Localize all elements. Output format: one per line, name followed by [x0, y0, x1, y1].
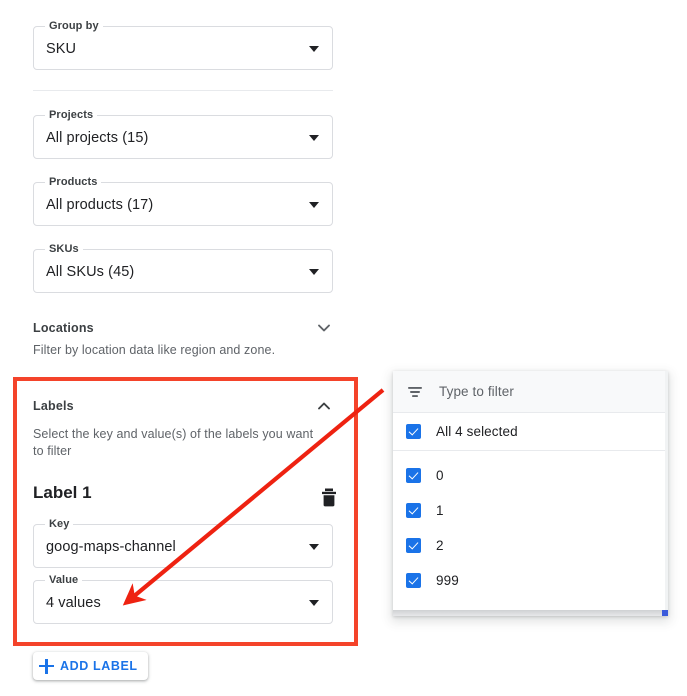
dropdown-caret-icon[interactable]: [309, 202, 319, 208]
dropdown-option-row[interactable]: 1: [393, 493, 668, 528]
label-entry-title: Label 1: [33, 482, 92, 504]
skus-select[interactable]: SKUs All SKUs (45): [33, 249, 333, 293]
label-key-value: goog-maps-channel: [46, 537, 176, 557]
dropdown-caret-icon[interactable]: [309, 46, 319, 52]
dropdown-option-row[interactable]: 0: [393, 458, 668, 493]
scrollbar-track: [393, 610, 668, 616]
locations-section-header[interactable]: Locations: [33, 318, 333, 338]
dropdown-filter-row[interactable]: [393, 371, 668, 413]
products-value: All products (17): [46, 195, 153, 215]
dropdown-horizontal-scrollbar[interactable]: [393, 610, 668, 616]
scrollbar-thumb[interactable]: [662, 610, 668, 616]
filters-panel: Group by SKU Projects All projects (15) …: [0, 0, 375, 696]
value-dropdown-panel: All 4 selected 0 1 2 999: [393, 371, 668, 616]
chevron-down-icon[interactable]: [315, 320, 333, 336]
add-label-button[interactable]: ADD LABEL: [33, 652, 148, 680]
products-label: Products: [45, 176, 101, 189]
dropdown-option-row[interactable]: 2: [393, 528, 668, 563]
clipped-label-right: [523, 360, 526, 363]
add-label-button-text: ADD LABEL: [60, 659, 138, 673]
label-key-select[interactable]: Key goog-maps-channel: [33, 524, 333, 568]
option-label: 0: [436, 467, 444, 485]
projects-value: All projects (15): [46, 128, 148, 148]
dropdown-caret-icon[interactable]: [309, 269, 319, 275]
dropdown-select-all-row[interactable]: All 4 selected: [393, 413, 668, 451]
group-by-value: SKU: [46, 39, 76, 59]
products-select[interactable]: Products All products (17): [33, 182, 333, 226]
section-divider: [33, 90, 333, 91]
labels-section-header[interactable]: Labels: [33, 396, 333, 416]
label-value-select[interactable]: Value 4 values: [33, 580, 333, 624]
label-value-label: Value: [45, 574, 82, 587]
option-label: 2: [436, 537, 444, 555]
skus-label: SKUs: [45, 243, 83, 256]
labels-description: Select the key and value(s) of the label…: [33, 426, 321, 460]
option-label: 1: [436, 502, 444, 520]
dropdown-filter-input[interactable]: [439, 384, 639, 399]
group-by-label: Group by: [45, 20, 103, 33]
chevron-up-icon[interactable]: [315, 398, 333, 414]
plus-icon: [39, 659, 54, 674]
dropdown-clipped-field-remnant: [393, 360, 668, 371]
label-key-label: Key: [45, 518, 73, 531]
dropdown-caret-icon[interactable]: [309, 600, 319, 606]
option-checkbox[interactable]: [406, 573, 421, 588]
locations-description: Filter by location data like region and …: [33, 342, 333, 359]
dropdown-caret-icon[interactable]: [309, 544, 319, 550]
option-checkbox[interactable]: [406, 503, 421, 518]
projects-select[interactable]: Projects All projects (15): [33, 115, 333, 159]
dropdown-caret-icon[interactable]: [309, 135, 319, 141]
labels-title: Labels: [33, 396, 74, 416]
trash-icon[interactable]: [318, 486, 340, 510]
dropdown-options-list: 0 1 2 999: [393, 451, 668, 598]
group-by-select[interactable]: Group by SKU: [33, 26, 333, 70]
locations-title: Locations: [33, 318, 94, 338]
projects-label: Projects: [45, 109, 97, 122]
option-checkbox[interactable]: [406, 468, 421, 483]
option-label: 999: [436, 572, 459, 590]
skus-value: All SKUs (45): [46, 262, 134, 282]
label-value-value: 4 values: [46, 593, 101, 613]
filter-list-icon: [406, 383, 424, 401]
clipped-label-left: [407, 360, 410, 363]
option-checkbox[interactable]: [406, 538, 421, 553]
dropdown-vertical-scrollbar[interactable]: [665, 371, 668, 616]
select-all-checkbox[interactable]: [406, 424, 421, 439]
select-all-label: All 4 selected: [436, 423, 518, 441]
dropdown-option-row[interactable]: 999: [393, 563, 668, 598]
